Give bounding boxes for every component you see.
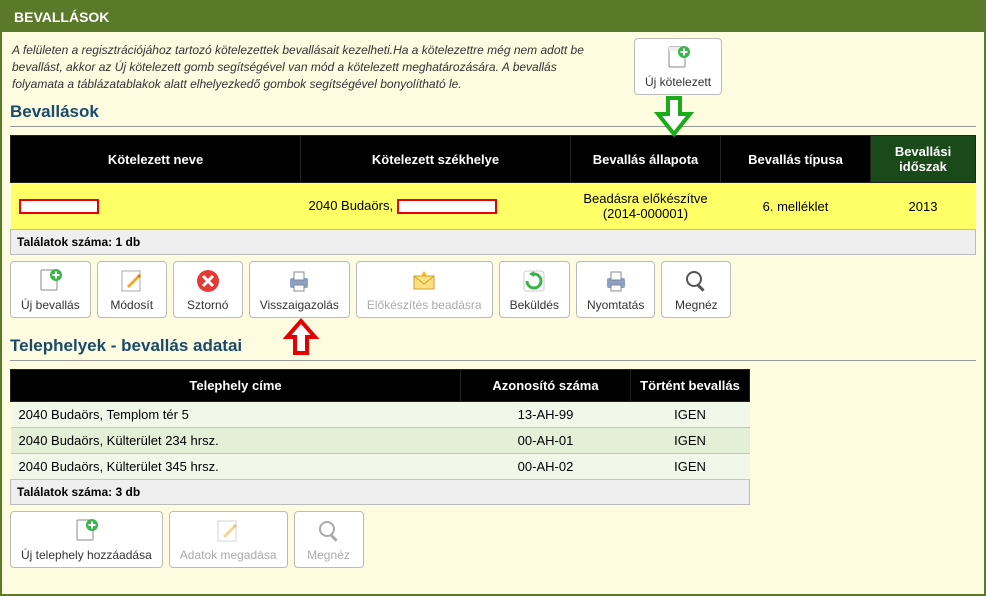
site-id: 00-AH-01 [461, 428, 631, 454]
returns-footer: Találatok száma: 1 db [11, 230, 976, 255]
prepare-submit-button: Előkészítés beadásra [356, 261, 493, 318]
returns-col-period: Bevallási időszak [871, 136, 976, 183]
view-site-label: Megnéz [307, 548, 350, 562]
sites-section-title: Telephelyek - bevallás adatai [10, 336, 976, 356]
confirm-button[interactable]: Visszaigazolás [249, 261, 350, 318]
envelope-icon [411, 268, 437, 294]
prepare-submit-label: Előkészítés beadásra [367, 298, 482, 312]
view-label: Megnéz [675, 298, 718, 312]
print-button[interactable]: Nyomtatás [576, 261, 655, 318]
cancel-label: Sztornó [187, 298, 228, 312]
pencil-icon [119, 268, 145, 294]
returns-section-title: Bevallások [10, 102, 976, 122]
status-line1: Beadásra előkészítve [577, 191, 715, 206]
returns-table: Kötelezett neve Kötelezett székhelye Bev… [10, 135, 976, 255]
returns-col-type: Bevallás típusa [721, 136, 871, 183]
magnifier-icon [683, 268, 709, 294]
returns-col-name: Kötelezett neve [11, 136, 301, 183]
seat-prefix: 2040 Budaörs, [309, 198, 397, 213]
printer-icon [603, 268, 629, 294]
sites-footer: Találatok száma: 3 db [11, 480, 750, 505]
submit-label: Beküldés [510, 298, 559, 312]
modify-button[interactable]: Módosít [97, 261, 167, 318]
site-address: 2040 Budaörs, Külterület 234 hrsz. [11, 428, 461, 454]
new-site-label: Új telephely hozzáadása [21, 548, 152, 562]
site-done: IGEN [631, 454, 750, 480]
sites-table: Telephely címe Azonosító száma Történt b… [10, 369, 750, 505]
arrow-up-icon [281, 317, 321, 357]
confirm-label: Visszaigazolás [260, 298, 339, 312]
new-return-button[interactable]: Új bevallás [10, 261, 91, 318]
description-text: A felületen a regisztrációjához tartozó … [10, 38, 610, 96]
refresh-icon [521, 268, 547, 294]
redacted-seat [397, 199, 497, 214]
divider [10, 126, 976, 127]
sites-col-done: Történt bevallás [631, 370, 750, 402]
site-done: IGEN [631, 428, 750, 454]
view-button[interactable]: Megnéz [661, 261, 731, 318]
document-add-icon [37, 268, 63, 294]
returns-type: 6. melléklet [721, 183, 871, 230]
divider [10, 360, 976, 361]
returns-col-seat: Kötelezett székhelye [301, 136, 571, 183]
redacted-name [19, 199, 99, 214]
submit-button[interactable]: Beküldés [499, 261, 570, 318]
table-row[interactable]: 2040 Budaörs, Beadásra előkészítve (2014… [11, 183, 976, 230]
sites-col-id: Azonosító száma [461, 370, 631, 402]
cancel-icon [195, 268, 221, 294]
new-obligor-button[interactable]: Új kötelezett [634, 38, 722, 95]
view-site-button: Megnéz [294, 511, 364, 568]
document-add-icon [73, 518, 99, 544]
edit-data-button: Adatok megadása [169, 511, 288, 568]
magnifier-icon [316, 518, 342, 544]
site-address: 2040 Budaörs, Templom tér 5 [11, 402, 461, 428]
new-return-label: Új bevallás [21, 298, 80, 312]
site-id: 00-AH-02 [461, 454, 631, 480]
table-row[interactable]: 2040 Budaörs, Külterület 345 hrsz.00-AH-… [11, 454, 750, 480]
returns-col-status: Bevallás állapota [571, 136, 721, 183]
site-id: 13-AH-99 [461, 402, 631, 428]
sites-col-address: Telephely címe [11, 370, 461, 402]
table-row[interactable]: 2040 Budaörs, Templom tér 513-AH-99IGEN [11, 402, 750, 428]
new-obligor-label: Új kötelezett [645, 75, 711, 89]
print-label: Nyomtatás [587, 298, 644, 312]
page-title: BEVALLÁSOK [2, 2, 984, 32]
arrow-down-icon [652, 94, 696, 138]
new-site-button[interactable]: Új telephely hozzáadása [10, 511, 163, 568]
table-row[interactable]: 2040 Budaörs, Külterület 234 hrsz.00-AH-… [11, 428, 750, 454]
site-address: 2040 Budaörs, Külterület 345 hrsz. [11, 454, 461, 480]
modify-label: Módosít [110, 298, 153, 312]
printer-icon [286, 268, 312, 294]
site-done: IGEN [631, 402, 750, 428]
status-line2: (2014-000001) [577, 206, 715, 221]
edit-data-label: Adatok megadása [180, 548, 277, 562]
document-add-icon [665, 45, 691, 71]
returns-period: 2013 [871, 183, 976, 230]
cancel-button[interactable]: Sztornó [173, 261, 243, 318]
pencil-icon [215, 518, 241, 544]
